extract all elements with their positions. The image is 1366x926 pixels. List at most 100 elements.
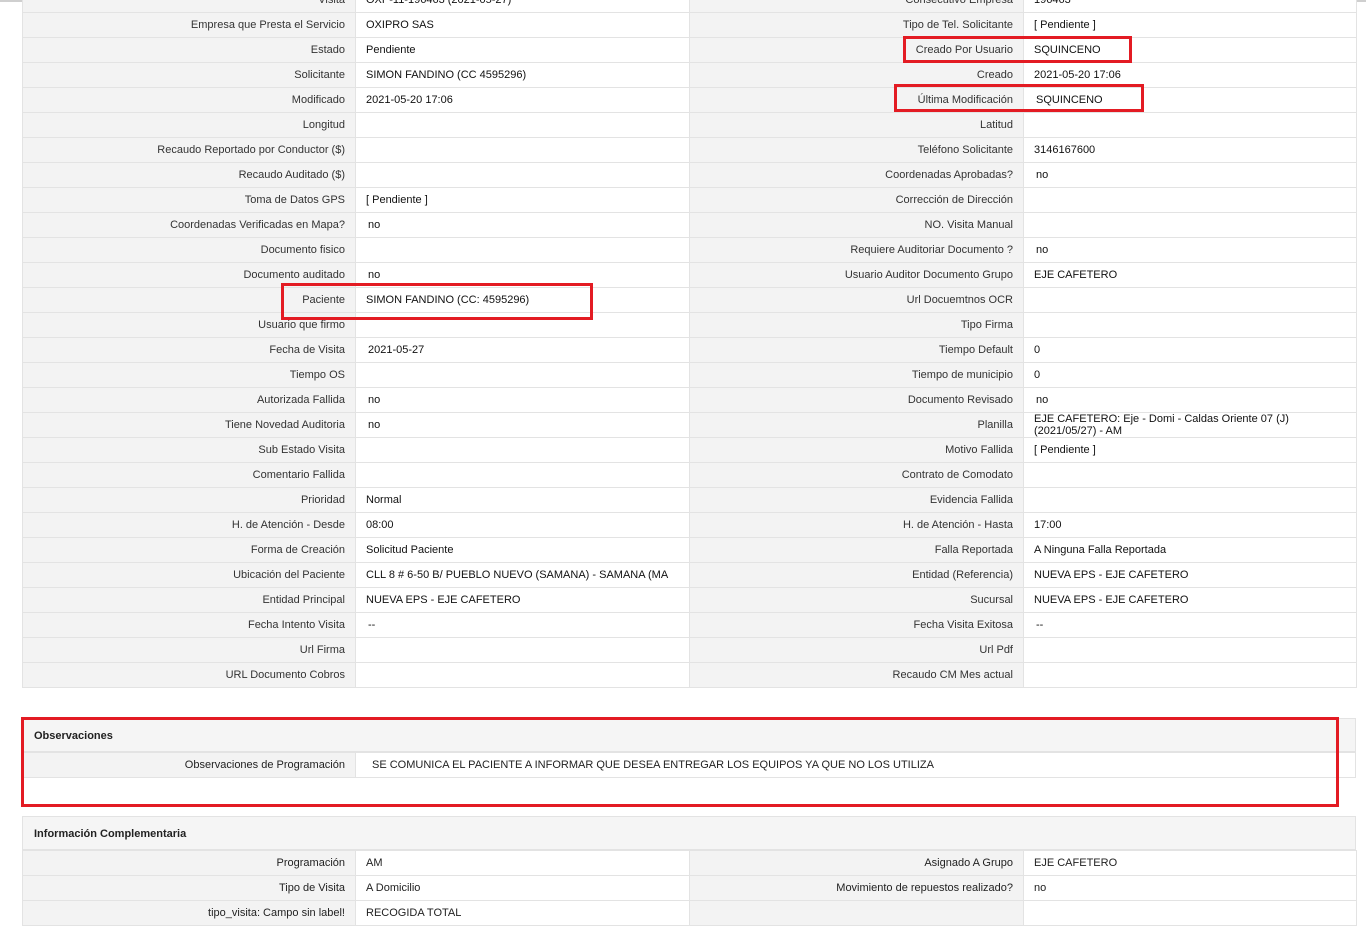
field-label-recaudo-reportado-por-conductor: Recaudo Reportado por Conductor ($) — [22, 137, 356, 163]
field-label-requiere-auditoriar-documento: Requiere Auditoriar Documento ? — [689, 237, 1024, 263]
field-label-programacion: Programación — [22, 850, 356, 876]
table-row: Fecha Intento Visita -- Fecha Visita Exito… — [22, 612, 1357, 638]
field-value-movimiento-de-repuestos-realizado: no — [1023, 875, 1357, 901]
field-value-fecha-intento-visita: -- — [355, 612, 690, 638]
table-row: Estado Pendiente Creado Por Usuario SQUINCE… — [22, 37, 1357, 63]
highlight-paciente — [281, 283, 593, 320]
field-value-requiere-auditoriar-documento: no — [1023, 237, 1357, 263]
field-value-asignado-a-grupo: EJE CAFETERO — [1023, 850, 1357, 876]
table-row: Longitud Latitud — [22, 112, 1357, 138]
field-value-entidad-principal: NUEVA EPS - EJE CAFETERO — [355, 587, 690, 613]
field-value-consecutivo-empresa: 196463 — [1023, 0, 1357, 13]
field-label-planilla: Planilla — [689, 412, 1024, 438]
table-row: Modificado 2021-05-20 17:06 Última Modific… — [22, 87, 1357, 113]
field-label-empresa-que-presta-el-servicio: Empresa que Presta el Servicio — [22, 12, 356, 38]
field-label-visita: Visita — [22, 0, 356, 13]
informacion-complementaria-table: Programación AM Asignado A Grupo EJE CAFETE… — [22, 850, 1357, 926]
field-value-empty — [1023, 900, 1357, 926]
field-value-estado: Pendiente — [355, 37, 690, 63]
table-row: Autorizada Fallida no Documento Revisado no — [22, 387, 1357, 413]
field-label-documento-fisico: Documento fisico — [22, 237, 356, 263]
field-label-tipo-de-tel-solicitante: Tipo de Tel. Solicitante — [689, 12, 1024, 38]
field-label-recaudo-auditado: Recaudo Auditado ($) — [22, 162, 356, 188]
table-row: H. de Atención - Desde 08:00 H. de Atenció… — [22, 512, 1357, 538]
field-label-tipo-visita-campo-sin-label: tipo_visita: Campo sin label! — [22, 900, 356, 926]
field-label-entidad-referencia: Entidad (Referencia) — [689, 562, 1024, 588]
table-row: Comentario Fallida Contrato de Comodato — [22, 462, 1357, 488]
table-row: Paciente SIMON FANDINO (CC: 4595296) Url D… — [22, 287, 1357, 313]
table-row: Empresa que Presta el Servicio OXIPRO SAS… — [22, 12, 1357, 38]
table-row: Recaudo Reportado por Conductor ($) Teléf… — [22, 137, 1357, 163]
field-value-tipo-de-visita: A Domicilio — [355, 875, 690, 901]
field-label-estado: Estado — [22, 37, 356, 63]
field-value-tipo-firma — [1023, 312, 1357, 338]
informacion-complementaria-title: Información Complementaria — [22, 816, 1356, 850]
table-row: Prioridad Normal Evidencia Fallida — [22, 487, 1357, 513]
field-label-fecha-intento-visita: Fecha Intento Visita — [22, 612, 356, 638]
field-label-tiempo-os: Tiempo OS — [22, 362, 356, 388]
field-label-tiempo-default: Tiempo Default — [689, 337, 1024, 363]
table-row: Forma de Creación Solicitud Paciente Falla… — [22, 537, 1357, 563]
table-row: Documento fisico Requiere Auditoriar Docu… — [22, 237, 1357, 263]
field-value-tiempo-os — [355, 362, 690, 388]
field-value-sub-estado-visita — [355, 437, 690, 463]
field-label-h-de-atencion-desde: H. de Atención - Desde — [22, 512, 356, 538]
field-label-solicitante: Solicitante — [22, 62, 356, 88]
field-label-sub-estado-visita: Sub Estado Visita — [22, 437, 356, 463]
field-label-no-visita-manual: NO. Visita Manual — [689, 212, 1024, 238]
field-value-visita: OXP-11-196463 (2021-05-27) — [355, 0, 690, 13]
field-value-comentario-fallida — [355, 462, 690, 488]
field-label-url-docuemtnos-ocr: Url Docuemtnos OCR — [689, 287, 1024, 313]
field-value-contrato-de-comodato — [1023, 462, 1357, 488]
field-value-tiempo-de-municipio: 0 — [1023, 362, 1357, 388]
table-row: Visita OXP-11-196463 (2021-05-27) Consecut… — [22, 0, 1357, 13]
field-label-comentario-fallida: Comentario Fallida — [22, 462, 356, 488]
field-label-telefono-solicitante: Teléfono Solicitante — [689, 137, 1024, 163]
field-label-sucursal: Sucursal — [689, 587, 1024, 613]
field-value-sucursal: NUEVA EPS - EJE CAFETERO — [1023, 587, 1357, 613]
field-label-recaudo-cm-mes-actual: Recaudo CM Mes actual — [689, 662, 1024, 688]
field-value-url-documento-cobros — [355, 662, 690, 688]
field-label-entidad-principal: Entidad Principal — [22, 587, 356, 613]
field-value-autorizada-fallida: no — [355, 387, 690, 413]
highlight-observaciones — [21, 717, 1339, 807]
field-value-forma-de-creacion: Solicitud Paciente — [355, 537, 690, 563]
field-value-fecha-visita-exitosa: -- — [1023, 612, 1357, 638]
field-label-fecha-visita-exitosa: Fecha Visita Exitosa — [689, 612, 1024, 638]
field-value-programacion: AM — [355, 850, 690, 876]
field-label-autorizada-fallida: Autorizada Fallida — [22, 387, 356, 413]
field-value-toma-de-datos-gps: [ Pendiente ] — [355, 187, 690, 213]
field-value-h-de-atencion-desde: 08:00 — [355, 512, 690, 538]
field-label-latitud: Latitud — [689, 112, 1024, 138]
field-label-consecutivo-empresa: Consecutivo Empresa — [689, 0, 1024, 13]
field-label-documento-revisado: Documento Revisado — [689, 387, 1024, 413]
table-row: Ubicación del Paciente CLL 8 # 6-50 B/ PU… — [22, 562, 1357, 588]
field-value-url-pdf — [1023, 637, 1357, 663]
field-value-ubicacion-del-paciente: CLL 8 # 6-50 B/ PUEBLO NUEVO (SAMANA) - … — [355, 562, 690, 588]
table-row: Fecha de Visita 2021-05-27 Tiempo Default 0 — [22, 337, 1357, 363]
field-value-entidad-referencia: NUEVA EPS - EJE CAFETERO — [1023, 562, 1357, 588]
field-value-documento-revisado: no — [1023, 387, 1357, 413]
field-label-longitud: Longitud — [22, 112, 356, 138]
field-value-latitud — [1023, 112, 1357, 138]
field-label-ubicacion-del-paciente: Ubicación del Paciente — [22, 562, 356, 588]
field-label-tiempo-de-municipio: Tiempo de municipio — [689, 362, 1024, 388]
field-label-url-firma: Url Firma — [22, 637, 356, 663]
field-label-empty — [689, 900, 1024, 926]
field-label-tipo-de-visita: Tipo de Visita — [22, 875, 356, 901]
field-value-h-de-atencion-hasta: 17:00 — [1023, 512, 1357, 538]
table-row: Coordenadas Verificadas en Mapa? no NO. Vi… — [22, 212, 1357, 238]
field-value-tipo-visita-campo-sin-label: RECOGIDA TOTAL — [355, 900, 690, 926]
table-row: Tipo de Visita A Domicilio Movimiento de r… — [22, 875, 1357, 901]
field-label-correccion-de-direccion: Corrección de Dirección — [689, 187, 1024, 213]
field-value-no-visita-manual — [1023, 212, 1357, 238]
table-row: Recaudo Auditado ($) Coordenadas Aprobada… — [22, 162, 1357, 188]
informacion-complementaria-section: Información Complementaria Programación A… — [22, 816, 1357, 926]
field-label-modificado: Modificado — [22, 87, 356, 113]
table-row: Url Firma Url Pdf — [22, 637, 1357, 663]
field-value-longitud — [355, 112, 690, 138]
field-value-usuario-auditor-documento-grupo: EJE CAFETERO — [1023, 262, 1357, 288]
field-value-modificado: 2021-05-20 17:06 — [355, 87, 690, 113]
field-value-empresa-que-presta-el-servicio: OXIPRO SAS — [355, 12, 690, 38]
field-label-fecha-de-visita: Fecha de Visita — [22, 337, 356, 363]
